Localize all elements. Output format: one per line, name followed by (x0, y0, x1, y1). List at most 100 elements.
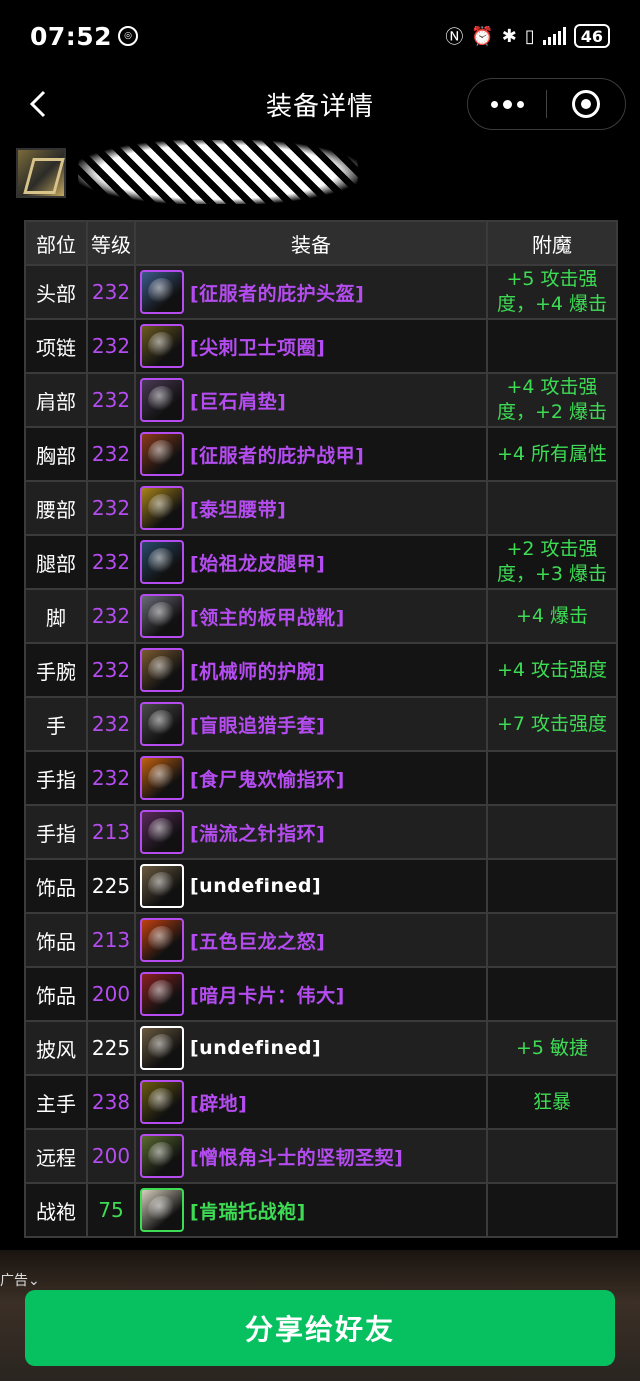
item-name[interactable]: [泰坦腰带] (190, 495, 286, 522)
character-header (16, 140, 358, 204)
item-name[interactable]: [领主的板甲战靴] (190, 603, 345, 630)
item-cell[interactable]: [始祖龙皮腿甲] (134, 534, 488, 590)
slot-cell: 腿部 (24, 534, 88, 590)
share-to-friend-button[interactable]: 分享给好友 (25, 1290, 615, 1366)
table-row[interactable]: 头部 232 [征服者的庇护头盔] +5 攻击强度，+4 爆击 (24, 264, 618, 320)
header-level: 等级 (86, 220, 136, 266)
header-enchant: 附魔 (486, 220, 618, 266)
enchant-cell (486, 804, 618, 860)
level-cell: 232 (86, 588, 136, 644)
table-row[interactable]: 手指 232 [食尸鬼欢愉指环] (24, 750, 618, 806)
equipment-table: 部位 等级 装备 附魔 头部 232 [征服者的庇护头盔] +5 攻击强度，+4 爆击… (24, 220, 618, 1238)
enchant-cell: +4 攻击强度，+2 爆击 (486, 372, 618, 428)
status-icons: Ⓝ ⏰ ✱ ▯ 46 (445, 23, 610, 49)
item-name[interactable]: [征服者的庇护头盔] (190, 279, 364, 306)
vibrate-icon: ▯ (524, 25, 535, 47)
item-cell[interactable]: [机械师的护腕] (134, 642, 488, 698)
item-cell[interactable]: [尖刺卫士项圈] (134, 318, 488, 374)
enchant-cell (486, 1128, 618, 1184)
table-row[interactable]: 披风 225 [undefined] +5 敏捷 (24, 1020, 618, 1076)
more-button[interactable] (468, 79, 546, 129)
item-name[interactable]: [肯瑞托战袍] (190, 1197, 306, 1224)
enchant-cell: +4 所有属性 (486, 426, 618, 482)
table-row[interactable]: 胸部 232 [征服者的庇护战甲] +4 所有属性 (24, 426, 618, 482)
enchant-cell: +4 攻击强度 (486, 642, 618, 698)
table-row[interactable]: 战袍 75 [肯瑞托战袍] (24, 1182, 618, 1238)
close-mini-program-button[interactable] (547, 79, 625, 129)
bluetooth-icon: ✱ (501, 25, 517, 47)
level-cell: 232 (86, 534, 136, 590)
table-row[interactable]: 主手 238 [辟地] 狂暴 (24, 1074, 618, 1130)
item-icon (140, 810, 184, 854)
item-cell[interactable]: [盲眼追猎手套] (134, 696, 488, 752)
table-row[interactable]: 腰部 232 [泰坦腰带] (24, 480, 618, 536)
table-row[interactable]: 饰品 213 [五色巨龙之怒] (24, 912, 618, 968)
level-cell: 232 (86, 426, 136, 482)
item-name[interactable]: [食尸鬼欢愉指环] (190, 765, 345, 792)
enchant-cell: +5 敏捷 (486, 1020, 618, 1076)
slot-cell: 手 (24, 696, 88, 752)
nfc-icon: Ⓝ (445, 27, 464, 48)
character-class-icon (16, 148, 66, 198)
item-name[interactable]: [undefined] (190, 875, 321, 897)
item-cell[interactable]: [五色巨龙之怒] (134, 912, 488, 968)
chevron-down-icon: ⌄ (28, 1273, 40, 1289)
table-row[interactable]: 手腕 232 [机械师的护腕] +4 攻击强度 (24, 642, 618, 698)
item-name[interactable]: [机械师的护腕] (190, 657, 325, 684)
item-cell[interactable]: [暗月卡片：伟大] (134, 966, 488, 1022)
level-cell: 232 (86, 318, 136, 374)
item-cell[interactable]: [肯瑞托战袍] (134, 1182, 488, 1238)
slot-cell: 腰部 (24, 480, 88, 536)
slot-cell: 远程 (24, 1128, 88, 1184)
item-cell[interactable]: [征服者的庇护战甲] (134, 426, 488, 482)
level-cell: 200 (86, 966, 136, 1022)
slot-cell: 手指 (24, 750, 88, 806)
item-name[interactable]: [盲眼追猎手套] (190, 711, 325, 738)
table-row[interactable]: 手指 213 [湍流之针指环] (24, 804, 618, 860)
table-row[interactable]: 腿部 232 [始祖龙皮腿甲] +2 攻击强度，+3 爆击 (24, 534, 618, 590)
item-cell[interactable]: [undefined] (134, 1020, 488, 1076)
item-name[interactable]: [undefined] (190, 1037, 321, 1059)
item-cell[interactable]: [辟地] (134, 1074, 488, 1130)
item-icon (140, 594, 184, 638)
item-name[interactable]: [始祖龙皮腿甲] (190, 549, 325, 576)
level-cell: 232 (86, 696, 136, 752)
table-row[interactable]: 项链 232 [尖刺卫士项圈] (24, 318, 618, 374)
table-row[interactable]: 饰品 200 [暗月卡片：伟大] (24, 966, 618, 1022)
item-cell[interactable]: [泰坦腰带] (134, 480, 488, 536)
table-row[interactable]: 脚 232 [领主的板甲战靴] +4 爆击 (24, 588, 618, 644)
item-name[interactable]: [辟地] (190, 1089, 247, 1116)
item-name[interactable]: [五色巨龙之怒] (190, 927, 325, 954)
enchant-cell (486, 966, 618, 1022)
level-cell: 232 (86, 480, 136, 536)
item-cell[interactable]: [憎恨角斗士的坚韧圣契] (134, 1128, 488, 1184)
level-cell: 213 (86, 804, 136, 860)
item-name[interactable]: [征服者的庇护战甲] (190, 441, 364, 468)
status-bar: 07:52 ◎ Ⓝ ⏰ ✱ ▯ 46 (0, 0, 640, 72)
item-cell[interactable]: [湍流之针指环] (134, 804, 488, 860)
table-row[interactable]: 手 232 [盲眼追猎手套] +7 攻击强度 (24, 696, 618, 752)
item-name[interactable]: [湍流之针指环] (190, 819, 325, 846)
item-name[interactable]: [尖刺卫士项圈] (190, 333, 325, 360)
enchant-cell: +7 攻击强度 (486, 696, 618, 752)
slot-cell: 头部 (24, 264, 88, 320)
table-row[interactable]: 饰品 225 [undefined] (24, 858, 618, 914)
item-name[interactable]: [巨石肩垫] (190, 387, 286, 414)
slot-cell: 脚 (24, 588, 88, 644)
table-row[interactable]: 肩部 232 [巨石肩垫] +4 攻击强度，+2 爆击 (24, 372, 618, 428)
table-row[interactable]: 远程 200 [憎恨角斗士的坚韧圣契] (24, 1128, 618, 1184)
item-name[interactable]: [暗月卡片：伟大] (190, 981, 345, 1008)
item-cell[interactable]: [食尸鬼欢愉指环] (134, 750, 488, 806)
item-cell[interactable]: [征服者的庇护头盔] (134, 264, 488, 320)
item-icon (140, 648, 184, 692)
enchant-cell (486, 858, 618, 914)
item-icon (140, 1188, 184, 1232)
item-name[interactable]: [憎恨角斗士的坚韧圣契] (190, 1143, 403, 1170)
item-cell[interactable]: [巨石肩垫] (134, 372, 488, 428)
item-cell[interactable]: [领主的板甲战靴] (134, 588, 488, 644)
item-cell[interactable]: [undefined] (134, 858, 488, 914)
equipment-table-body: 头部 232 [征服者的庇护头盔] +5 攻击强度，+4 爆击 项链 232 [尖刺卫士项圈… (24, 264, 618, 1238)
ad-label[interactable]: 广告⌄ (0, 1270, 40, 1290)
enchant-cell: +5 攻击强度，+4 爆击 (486, 264, 618, 320)
enchant-cell (486, 1182, 618, 1238)
